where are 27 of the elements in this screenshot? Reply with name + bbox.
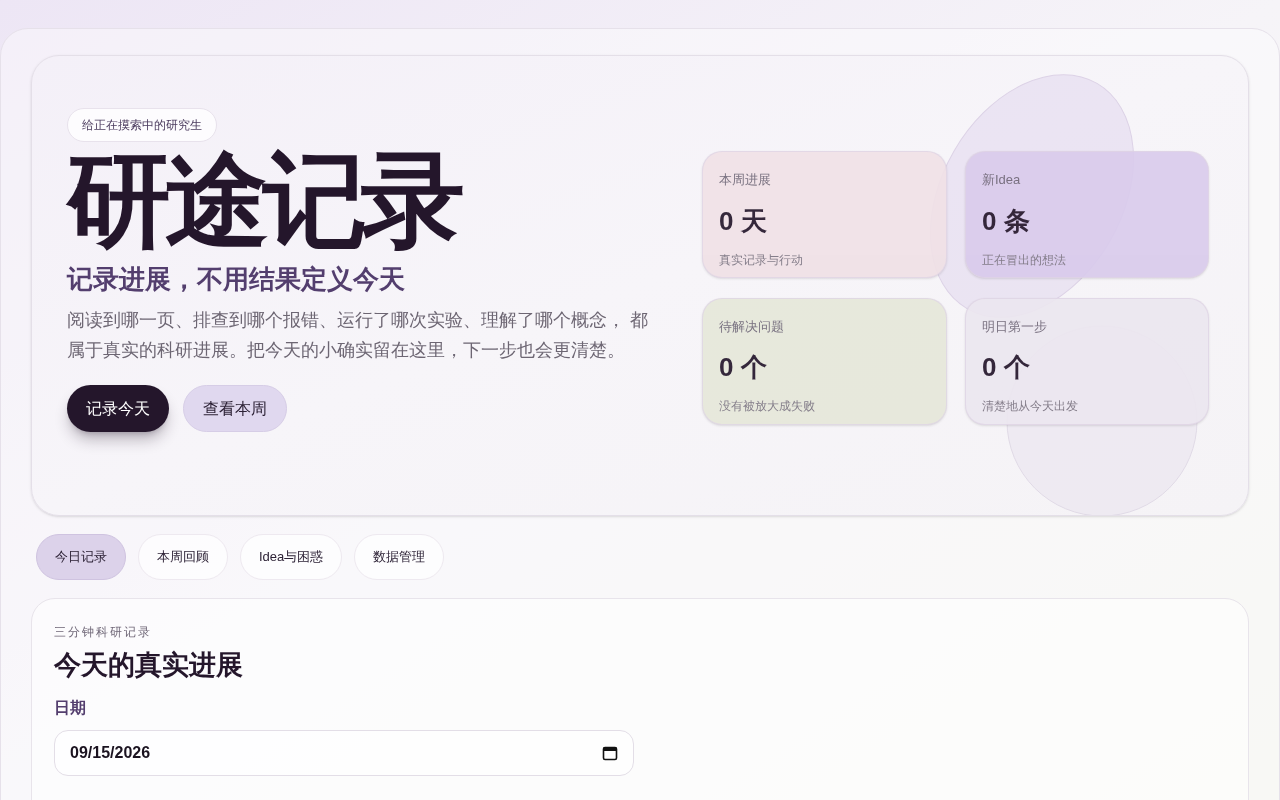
tab[interactable]: 数据管理 [354, 534, 445, 580]
stat-label: 本周进展 [719, 171, 772, 189]
audience-badge: 给正在摸索中的研究生 [67, 108, 217, 142]
form-title: 今天的真实进展 [54, 649, 244, 682]
hero-description: 阅读到哪一页、排查到哪个报错、运行了哪次实验、理解了哪个概念， 都属于真实的科研进展。把今天的小确实留在这里，下一步也会更清楚。 [67, 309, 649, 362]
app-title: 研途记录 [67, 148, 461, 252]
stat-note: 真实记录与行动 [719, 251, 804, 269]
calendar-icon[interactable] [602, 744, 618, 761]
date-field[interactable]: 09/15/2026 [54, 729, 634, 776]
field-label: 日期 [54, 697, 87, 718]
stat-value: 0 条 [982, 204, 1031, 238]
stat-label: 明日第一步 [982, 317, 1048, 336]
tab[interactable]: Idea与困惑 [240, 534, 343, 580]
tab[interactable]: 本周回顾 [138, 534, 228, 580]
stat-value: 0 个 [719, 351, 768, 384]
stat-label: 新Idea [982, 171, 1022, 189]
stat-note: 没有被放大成失败 [719, 398, 816, 415]
tab[interactable]: 今日记录 [36, 534, 126, 580]
stat-note: 清楚地从今天出发 [982, 398, 1079, 415]
form-eyebrow: 三分钟科研记录 [54, 624, 153, 641]
stat-value: 0 个 [982, 351, 1031, 384]
stat-value: 0 天 [719, 204, 768, 238]
view-week-button[interactable]: 查看本周 [183, 385, 287, 432]
record-today-button[interactable]: 记录今天 [67, 385, 169, 432]
hero-subtitle: 记录进展，不用结果定义今天 [67, 263, 406, 296]
stat-note: 正在冒出的想法 [982, 251, 1067, 269]
stat-label: 待解决问题 [719, 317, 785, 336]
